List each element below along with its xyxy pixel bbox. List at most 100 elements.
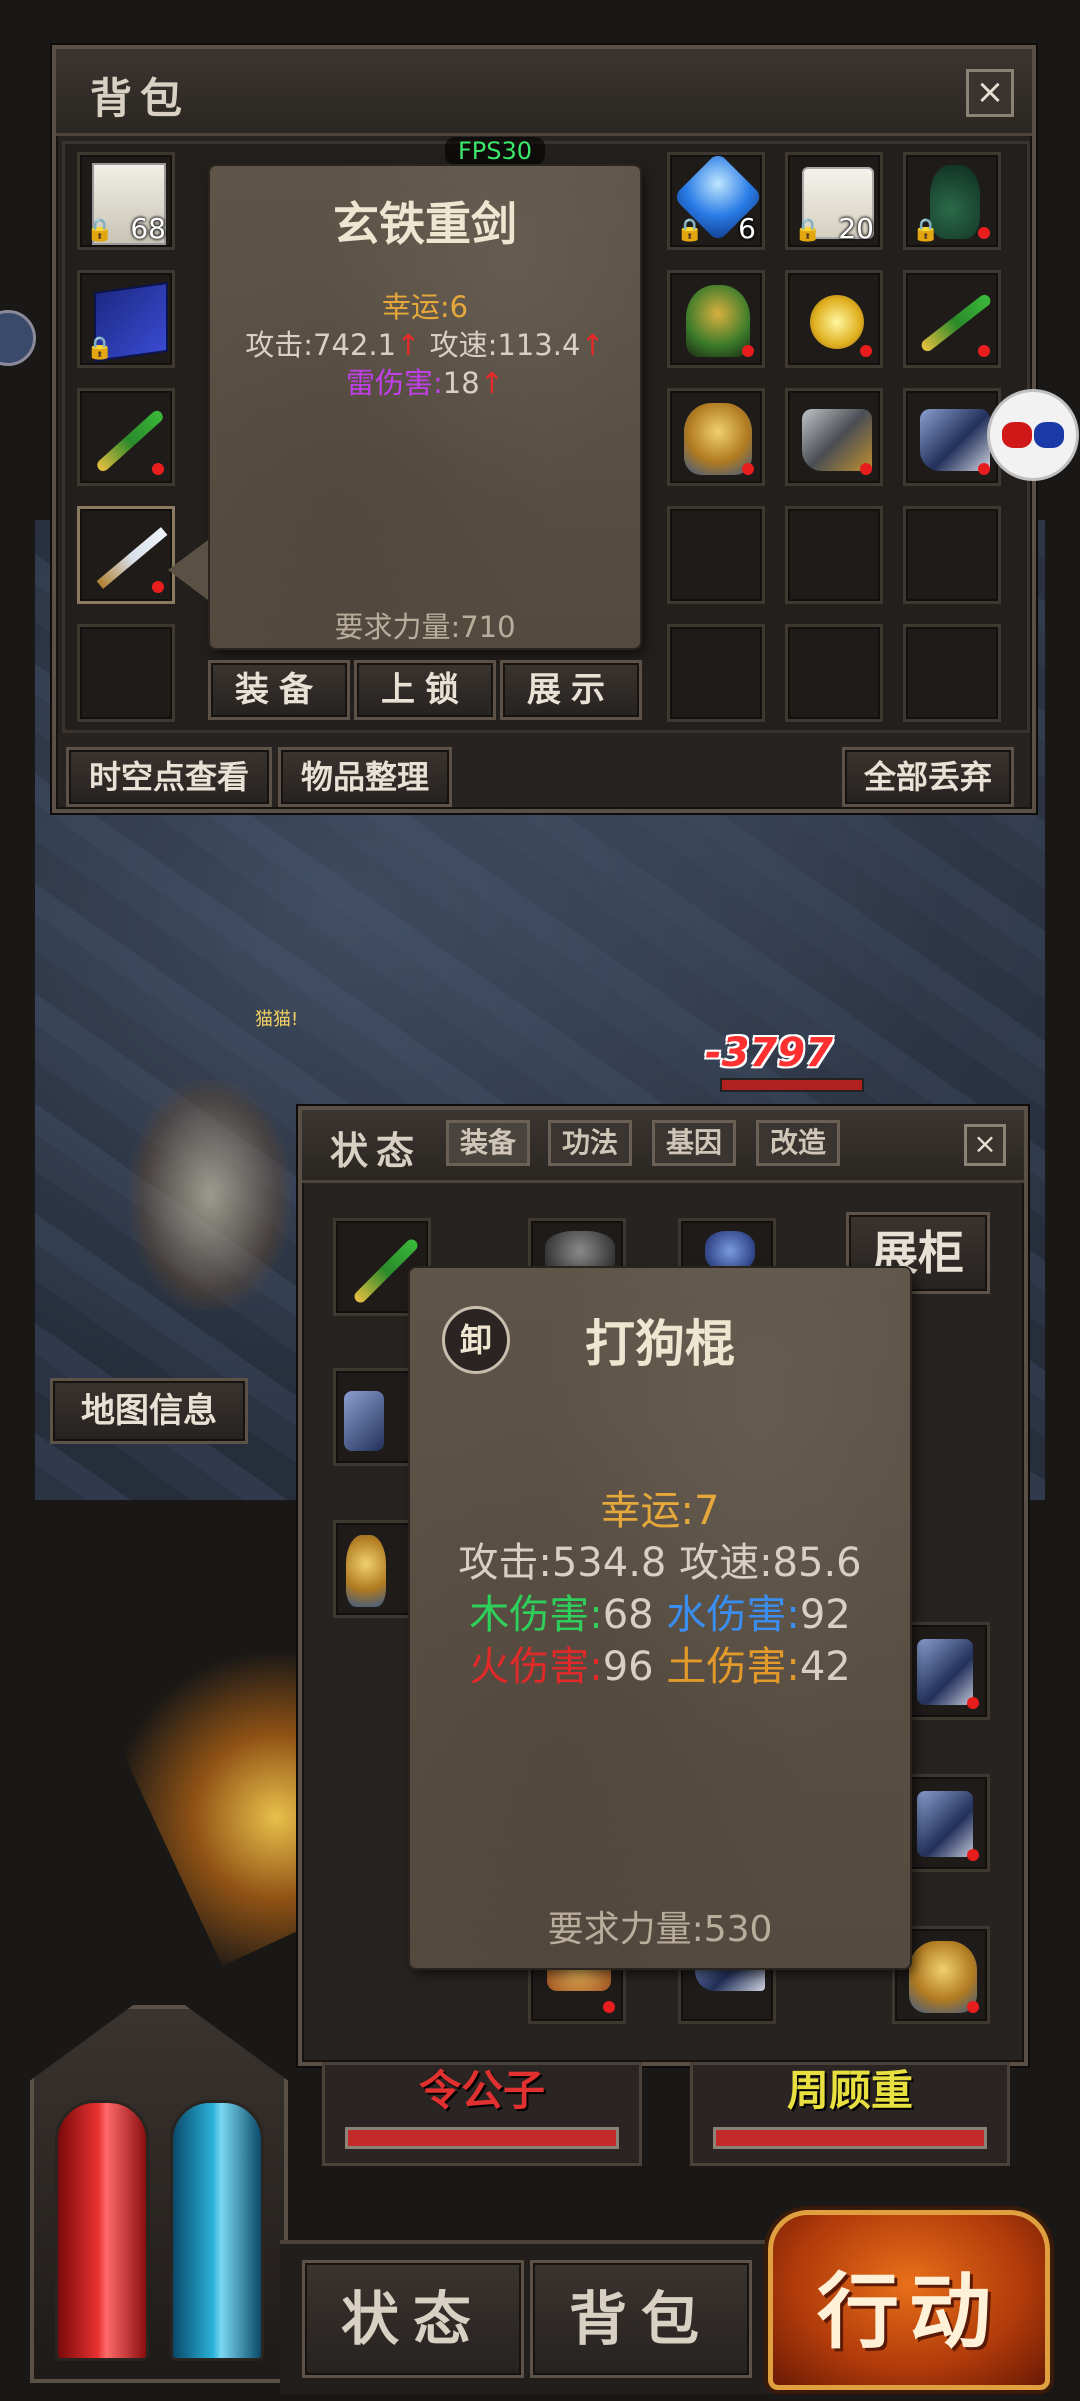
item-name: 玄铁重剑 [333, 197, 517, 251]
equip-item-tooltip: 卸 打狗棍 幸运:7 攻击:534.8 攻速:85.6 木伤害:68 水伤害:9… [410, 1268, 910, 1968]
item-luck: 幸运:6 [381, 290, 469, 324]
bag-slot[interactable] [903, 624, 1001, 722]
map-info-label: 地图信息 [81, 1391, 217, 1431]
party-hp-bar [713, 2127, 987, 2149]
tooltip-pointer [168, 540, 208, 600]
bag-slot[interactable]: 🔒 [77, 270, 175, 368]
bag-slot[interactable] [667, 624, 765, 722]
item-fire-earth-line: 火伤害:96 土伤害:42 [410, 1634, 910, 1692]
up-arrow-icon: ↑ [479, 366, 504, 400]
fps-counter: FPS30 [445, 137, 545, 165]
bag-slot[interactable] [77, 506, 175, 604]
wood-value: 68 [602, 1592, 654, 1638]
map-info-button[interactable]: 地图信息 [50, 1378, 248, 1444]
upgrade-dot [967, 1849, 979, 1861]
bag-slot[interactable] [785, 270, 883, 368]
spacetime-points-button[interactable]: 时空点查看 [66, 747, 272, 807]
gold-helmet-icon [346, 1535, 386, 1607]
item-name: 打狗棍 [585, 1314, 735, 1373]
bag-slot[interactable] [667, 506, 765, 604]
gold-helmet-icon [684, 403, 752, 475]
bag-slot[interactable]: 🔒 68 [77, 152, 175, 250]
tab-modify-label: 改造 [769, 1126, 826, 1159]
status-close-button[interactable]: × [964, 1124, 1006, 1166]
bag-slot[interactable] [785, 388, 883, 486]
lock-icon: 🔒 [86, 336, 114, 361]
item-count: 6 [738, 212, 756, 245]
bag-slot[interactable]: 🔒 [903, 152, 1001, 250]
blue-boots-icon [920, 409, 990, 471]
tab-genes-label: 基因 [665, 1126, 722, 1159]
discard-all-button[interactable]: 全部丢弃 [842, 747, 1014, 807]
nav-bag-label: 背包 [568, 2285, 713, 2353]
tab-genes[interactable]: 基因 [652, 1120, 736, 1166]
lock-icon: 🔒 [912, 218, 940, 243]
lock-label: 上锁 [381, 670, 469, 710]
bag-slot[interactable]: 🔒 6 [667, 151, 765, 250]
party-member-right[interactable]: 周顾重 [690, 2062, 1010, 2166]
bag-slot[interactable] [903, 270, 1001, 368]
tab-modify[interactable]: 改造 [756, 1120, 840, 1166]
sword-icon [96, 527, 168, 589]
upgrade-dot [967, 1697, 979, 1709]
bag-item-tooltip: 玄铁重剑 幸运:6 攻击:742.1↑ 攻速:113.4↑ 雷伤害:18↑ 要求… [210, 166, 640, 648]
bag-title: 背包 [90, 74, 191, 123]
bag-slot[interactable]: 🔒 20 [785, 152, 883, 250]
bag-slot[interactable] [903, 388, 1001, 486]
bag-slot[interactable] [667, 388, 765, 486]
bag-slot[interactable] [77, 388, 175, 486]
lock-icon: 🔒 [794, 218, 822, 243]
thunder-label: 雷伤害: [346, 366, 443, 400]
gold-helmet-icon [909, 1941, 977, 2013]
earth-value: 42 [799, 1644, 851, 1690]
nav-status-button[interactable]: 状态 [302, 2260, 524, 2378]
hp-vial [55, 2100, 149, 2361]
blue-gauntlet-icon [917, 1791, 973, 1857]
tab-equipment[interactable]: 装备 [446, 1120, 530, 1166]
floating-badge-icon[interactable] [990, 392, 1076, 478]
bag-slot[interactable] [77, 624, 175, 722]
party-member-name: 令公子 [418, 2066, 545, 2115]
lock-button[interactable]: 上锁 [354, 660, 496, 720]
tab-equipment-label: 装备 [459, 1126, 516, 1159]
close-icon: × [975, 72, 1005, 112]
enemy-hp-bar [720, 1078, 864, 1092]
bag-slot[interactable] [785, 506, 883, 604]
up-arrow-icon: ↑ [396, 328, 421, 362]
item-count: 68 [130, 212, 166, 245]
up-arrow-icon: ↑ [580, 328, 605, 362]
party-member-name: 周顾重 [786, 2066, 913, 2115]
tab-skills[interactable]: 功法 [548, 1120, 632, 1166]
bag-close-button[interactable]: × [966, 69, 1014, 117]
speed-stat: 攻速:113.4 [429, 328, 581, 362]
discard-all-label: 全部丢弃 [863, 758, 992, 796]
bag-slot[interactable] [903, 506, 1001, 604]
nav-status-label: 状态 [340, 2285, 485, 2353]
show-button[interactable]: 展示 [500, 660, 642, 720]
wood-label: 木伤害: [469, 1592, 603, 1638]
item-attack-line: 攻击:742.1↑ 攻速:113.4↑ [210, 322, 640, 364]
bag-slot[interactable] [785, 624, 883, 722]
water-value: 92 [799, 1592, 851, 1638]
blue-jar-icon [705, 1231, 755, 1271]
action-button[interactable]: 行动 [768, 2210, 1050, 2390]
show-label: 展示 [527, 670, 615, 710]
side-indicator[interactable] [0, 310, 36, 366]
upgrade-dot [978, 227, 990, 239]
upgrade-dot [860, 463, 872, 475]
upgrade-dot [978, 345, 990, 357]
party-member-left[interactable]: 令公子 [322, 2062, 642, 2166]
item-count: 20 [838, 212, 874, 245]
upgrade-dot [742, 463, 754, 475]
equip-button[interactable]: 装备 [208, 660, 350, 720]
mp-vial [170, 2100, 264, 2361]
tab-skills-label: 功法 [561, 1126, 618, 1159]
bag-slot[interactable] [667, 270, 765, 368]
item-requirement: 要求力量:530 [547, 1909, 773, 1950]
sort-items-button[interactable]: 物品整理 [278, 747, 452, 807]
nav-bag-button[interactable]: 背包 [530, 2260, 752, 2378]
green-helmet-icon [686, 285, 750, 357]
gold-amulet-icon [810, 295, 864, 349]
lock-icon: 🔒 [676, 218, 704, 243]
sort-items-label: 物品整理 [300, 758, 429, 796]
